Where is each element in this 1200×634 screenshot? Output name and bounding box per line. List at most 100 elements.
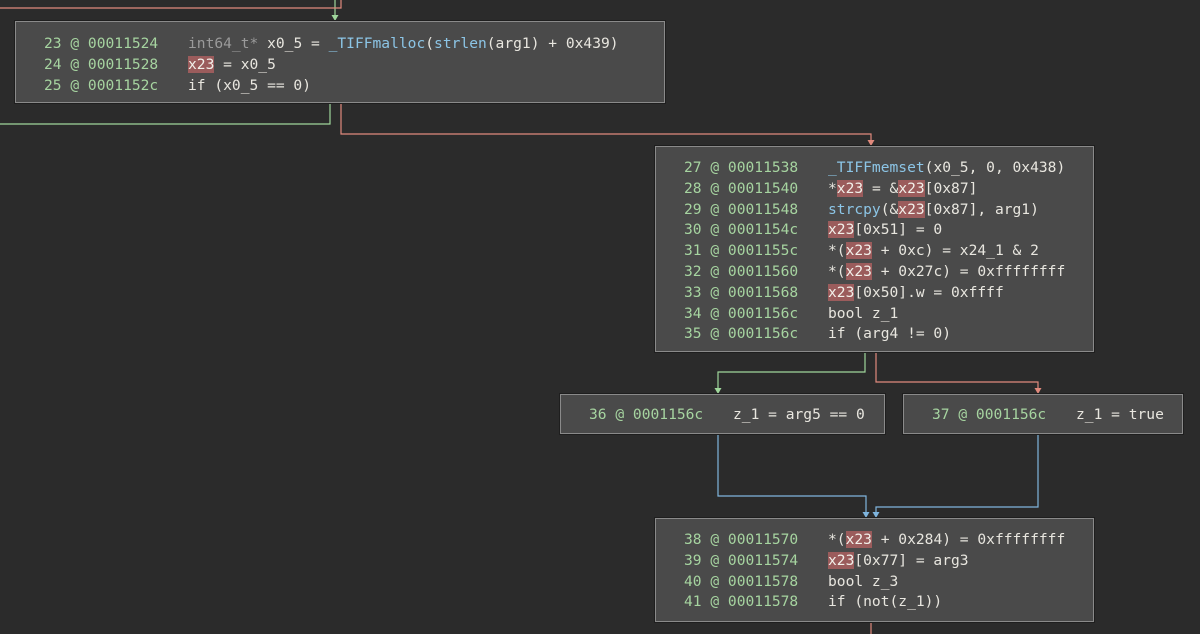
instruction-text: x23[0x51] = 0 (828, 219, 942, 240)
instruction-line[interactable]: 34 @ 0001156c bool z_1 (656, 303, 1093, 324)
instruction-line[interactable]: 32 @ 00011560 *(x23 + 0x27c) = 0xffffffff (656, 261, 1093, 282)
instruction-text: if (x0_5 == 0) (188, 75, 311, 96)
instruction-line[interactable]: 25 @ 0001152c if (x0_5 == 0) (16, 75, 664, 96)
instruction-line[interactable]: 38 @ 00011570 *(x23 + 0x284) = 0xffffffff (656, 529, 1093, 550)
instruction-line[interactable]: 31 @ 0001155c *(x23 + 0xc) = x24_1 & 2 (656, 240, 1093, 261)
function-token[interactable]: _TIFFmemset (828, 159, 925, 176)
instruction-index: 39 @ 00011574 (684, 551, 799, 569)
instruction-text: z_1 = true (1076, 404, 1164, 425)
basic-block-37[interactable]: 37 @ 0001156c z_1 = true (903, 394, 1183, 434)
instruction-index: 41 @ 00011578 (684, 593, 799, 611)
instruction-index: 38 @ 00011570 (684, 531, 799, 548)
instruction-index: 29 @ 00011548 (684, 200, 799, 218)
instruction-line[interactable]: 33 @ 00011568 x23[0x50].w = 0xffff (656, 282, 1093, 303)
instruction-text: z_1 = arg5 == 0 (733, 404, 865, 425)
instruction-line[interactable]: 29 @ 00011548 strcpy(&x23[0x87], arg1) (656, 199, 1093, 220)
instruction-index: 36 @ 0001156c (589, 406, 704, 423)
instruction-line[interactable]: 28 @ 00011540 *x23 = &x23[0x87] (656, 178, 1093, 199)
instruction-index: 40 @ 00011578 (684, 572, 799, 590)
code-token: (arg1) + 0x439) (486, 35, 619, 52)
code-token: if (arg4 != 0) (828, 325, 952, 343)
instruction-text: x23[0x77] = arg3 (828, 550, 969, 571)
instruction-line[interactable]: 24 @ 00011528 x23 = x0_5 (16, 54, 664, 75)
code-token: if (not(z_1)) (828, 593, 943, 611)
highlighted-token[interactable]: x23 (845, 263, 872, 280)
function-token[interactable]: strlen (434, 35, 487, 52)
instruction-line[interactable]: 40 @ 00011578 bool z_3 (656, 571, 1093, 592)
code-token: [0x87], arg1) (924, 200, 1039, 218)
code-token: (x0_5, 0, 0x438) (924, 159, 1066, 176)
instruction-text: if (arg4 != 0) (828, 323, 951, 344)
highlighted-token[interactable]: x23 (898, 179, 925, 197)
edge-true-27-36 (717, 352, 866, 388)
instruction-text: *(x23 + 0x27c) = 0xffffffff (828, 261, 1065, 282)
code-token: [0x77] = arg3 (854, 551, 969, 569)
highlighted-token[interactable]: x23 (828, 283, 855, 301)
instruction-index: 33 @ 00011568 (684, 283, 799, 301)
edge-false-23-27 (340, 103, 872, 140)
highlighted-token[interactable]: x23 (828, 551, 855, 569)
code-token: *( (828, 263, 846, 280)
function-token[interactable]: _TIFFmalloc (329, 35, 426, 52)
highlighted-token[interactable]: x23 (836, 179, 864, 197)
instruction-text: if (not(z_1)) (828, 591, 942, 612)
edge-true-offscreen (0, 103, 331, 125)
instruction-text: *(x23 + 0xc) = x24_1 & 2 (828, 240, 1039, 261)
code-token: [0x51] = 0 (854, 221, 943, 239)
instruction-text: bool z_1 (828, 303, 898, 324)
instruction-text: _TIFFmemset(x0_5, 0, 0x438) (828, 157, 1065, 178)
basic-block-23[interactable]: 23 @ 00011524 int64_t* x0_5 = _TIFFmalloc… (15, 21, 665, 103)
code-token: * (828, 179, 837, 197)
highlighted-token[interactable]: x23 (845, 531, 872, 548)
instruction-index: 31 @ 0001155c (684, 242, 799, 260)
instruction-index: 28 @ 00011540 (684, 179, 799, 197)
instruction-index: 23 @ 00011524 (44, 35, 159, 52)
instruction-index: 32 @ 00011560 (684, 263, 799, 280)
instruction-text: int64_t* x0_5 = _TIFFmalloc(strlen(arg1)… (188, 33, 619, 54)
code-token: bool z_1 (828, 304, 899, 322)
code-token: z_1 = arg5 == 0 (733, 406, 865, 423)
instruction-line[interactable]: 39 @ 00011574 x23[0x77] = arg3 (656, 550, 1093, 571)
instruction-text: x23 = x0_5 (188, 54, 276, 75)
instruction-line[interactable]: 37 @ 0001156c z_1 = true (904, 404, 1182, 425)
instruction-text: *(x23 + 0x284) = 0xffffffff (828, 529, 1065, 550)
instruction-line[interactable]: 23 @ 00011524 int64_t* x0_5 = _TIFFmalloc… (16, 33, 664, 54)
highlighted-token[interactable]: x23 (845, 242, 872, 260)
instruction-index: 25 @ 0001152c (44, 76, 159, 94)
code-token: [0x50].w = 0xffff (854, 283, 1004, 301)
basic-block-27[interactable]: 27 @ 00011538 _TIFFmemset(x0_5, 0, 0x438)… (655, 146, 1094, 352)
instruction-line[interactable]: 36 @ 0001156c z_1 = arg5 == 0 (561, 404, 884, 425)
highlighted-token[interactable]: x23 (898, 200, 925, 218)
edge-36-38 (717, 434, 867, 512)
instruction-text: strcpy(&x23[0x87], arg1) (828, 199, 1039, 220)
instruction-line[interactable]: 27 @ 00011538 _TIFFmemset(x0_5, 0, 0x438) (656, 157, 1093, 178)
instruction-index: 30 @ 0001154c (684, 221, 799, 239)
code-token: + 0x27c) = 0xffffffff (871, 263, 1066, 280)
instruction-index: 27 @ 00011538 (684, 159, 799, 176)
code-token: [0x87] (924, 179, 978, 197)
code-token: *( (828, 531, 846, 548)
code-token: + 0xc) = x24_1 & 2 (871, 242, 1039, 260)
instruction-text: x23[0x50].w = 0xffff (828, 282, 1004, 303)
instruction-index: 34 @ 0001156c (684, 304, 799, 322)
instruction-line[interactable]: 41 @ 00011578 if (not(z_1)) (656, 591, 1093, 612)
code-token: bool z_3 (828, 572, 899, 590)
edge-37-38 (875, 434, 1039, 512)
edge-offscreen-top (0, 0, 342, 9)
code-token: *( (828, 242, 846, 260)
code-token: ( (425, 35, 435, 52)
basic-block-36[interactable]: 36 @ 0001156c z_1 = arg5 == 0 (560, 394, 885, 434)
highlighted-token[interactable]: x23 (188, 55, 215, 73)
instruction-index: 24 @ 00011528 (44, 55, 159, 73)
edge-false-27-37 (875, 352, 1039, 388)
instruction-line[interactable]: 30 @ 0001154c x23[0x51] = 0 (656, 219, 1093, 240)
highlighted-token[interactable]: x23 (828, 221, 855, 239)
function-token[interactable]: strcpy (828, 201, 881, 218)
code-token: = x0_5 (214, 55, 276, 73)
instruction-line[interactable]: 35 @ 0001156c if (arg4 != 0) (656, 323, 1093, 344)
basic-block-38[interactable]: 38 @ 00011570 *(x23 + 0x284) = 0xffffffff… (655, 518, 1094, 622)
code-token: = & (863, 179, 899, 197)
code-token: z_1 = true (1076, 406, 1164, 423)
instruction-text: bool z_3 (828, 571, 898, 592)
code-token: int64_t* (188, 35, 259, 52)
